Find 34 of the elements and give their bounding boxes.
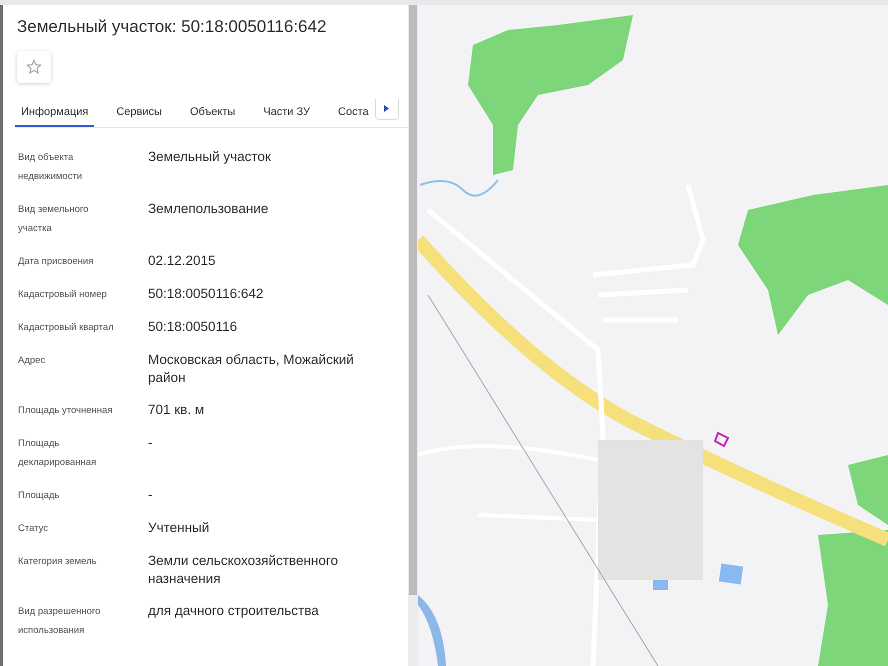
field-label: Адрес: [18, 354, 46, 368]
field-label: Категория земель: [18, 555, 98, 569]
field-label: Площадь: [18, 489, 60, 503]
field-label: Площадь уточненная: [18, 404, 114, 418]
field-value: Землепользование: [148, 200, 270, 218]
field-value: -: [148, 434, 154, 452]
caret-icon: [384, 104, 390, 112]
field-value: Земли сельскохозяйственного назначения: [148, 552, 340, 588]
field-label: Дата присвоения: [18, 255, 94, 269]
field-value: 02.12.2015: [148, 252, 217, 270]
favorite-button[interactable]: [17, 51, 51, 83]
scrollbar[interactable]: [408, 5, 418, 666]
tab[interactable]: Информация: [15, 99, 94, 127]
field-label: Статус: [18, 522, 50, 536]
field-value: Земельный участок: [148, 148, 272, 166]
field-value: 50:18:0050116:642: [148, 285, 264, 303]
field-label: Кадастровый номер: [18, 288, 108, 302]
field-label: Вид земельного участка: [18, 203, 90, 236]
field-label: Площадь декларированная: [18, 437, 98, 470]
field-value: 50:18:0050116: [148, 318, 238, 336]
field-label: Кадастровый квартал: [18, 321, 115, 335]
panel-title: Земельный участок: 50:18:0050116:642: [17, 17, 328, 37]
field-value: 701 кв. м: [148, 401, 206, 419]
tab[interactable]: Объекты: [184, 99, 242, 127]
field-value: для дачного строительства: [148, 602, 320, 620]
field-value: -: [148, 486, 154, 504]
field-label: Вид объекта недвижимости: [18, 151, 84, 184]
tab[interactable]: Сервисы: [110, 99, 168, 127]
tab[interactable]: Соста: [332, 99, 375, 127]
tab[interactable]: Части ЗУ: [257, 99, 316, 127]
field-value: Учтенный: [148, 519, 210, 537]
field-value: Московская область, Можайский район: [148, 351, 355, 387]
scroll-tabs-button[interactable]: [374, 99, 399, 120]
field-label: Вид разрешенного использования: [18, 605, 102, 638]
